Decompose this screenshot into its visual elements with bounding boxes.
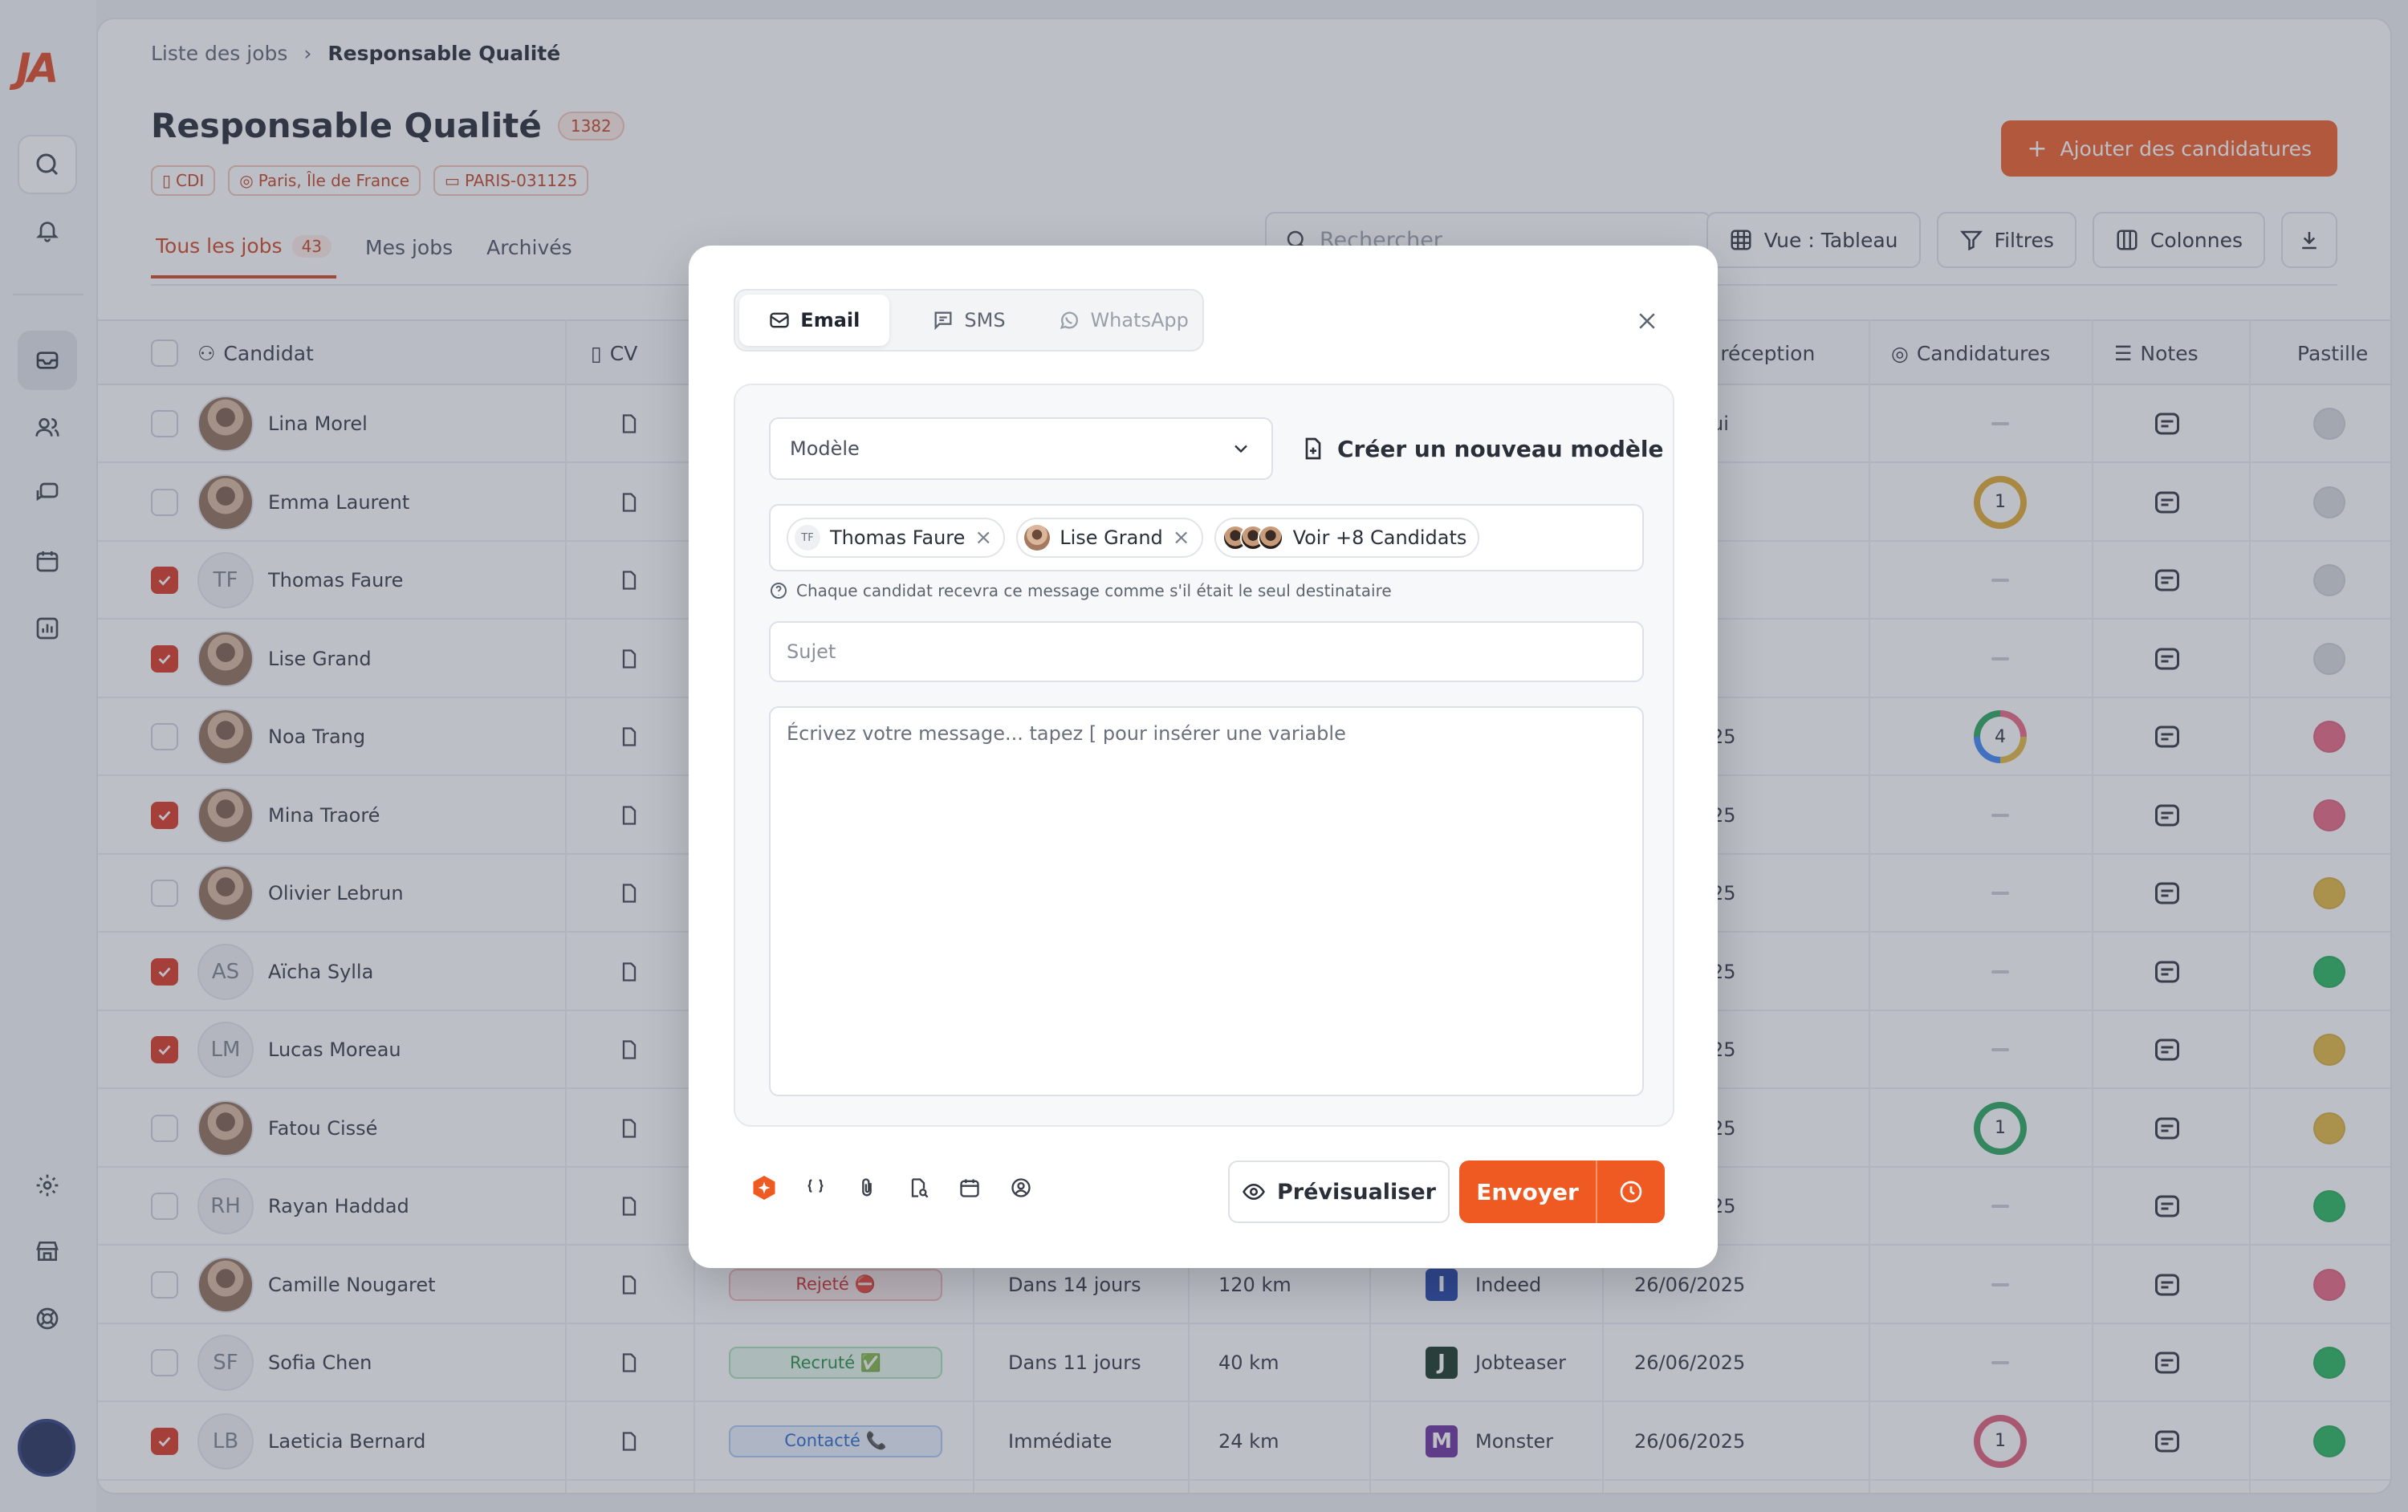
file-search-icon	[911, 1178, 929, 1198]
new-template-button[interactable]: Créer un nouveau modèle	[1300, 417, 1663, 480]
message-icon	[934, 311, 952, 331]
insert-document-button[interactable]	[904, 1173, 933, 1202]
tab-email[interactable]: Email	[739, 295, 889, 346]
compose-toolbar	[750, 1173, 1035, 1202]
channel-tabs: Email SMS WhatsApp	[734, 289, 1204, 352]
user-circle-icon	[1011, 1178, 1031, 1197]
schedule-meeting-button[interactable]	[955, 1173, 984, 1202]
sparkle-icon	[753, 1176, 775, 1200]
calendar-icon	[960, 1179, 979, 1197]
send-button[interactable]: Envoyer	[1459, 1160, 1596, 1223]
recipients-field[interactable]: TF Thomas Faure × Lise Grand × Voir +8 C…	[769, 504, 1644, 571]
mail-icon	[770, 312, 789, 328]
template-select[interactable]: Modèle	[769, 417, 1273, 480]
tab-whatsapp[interactable]: WhatsApp	[1048, 295, 1198, 346]
tab-sms[interactable]: SMS	[894, 295, 1044, 346]
chevron-down-icon	[1235, 445, 1247, 453]
remove-recipient-icon[interactable]: ×	[974, 527, 992, 548]
recipient-chip[interactable]: Lise Grand ×	[1016, 518, 1203, 558]
avatar	[1024, 525, 1051, 551]
eye-icon	[1243, 1183, 1265, 1201]
clock-icon	[1620, 1181, 1642, 1203]
paperclip-icon	[862, 1178, 872, 1197]
preview-button[interactable]: Prévisualiser	[1228, 1160, 1450, 1223]
braces-icon	[807, 1179, 824, 1193]
insert-variable-button[interactable]	[801, 1173, 830, 1202]
ai-assistant-button[interactable]	[750, 1173, 779, 1202]
whatsapp-icon	[1060, 311, 1079, 330]
attach-button[interactable]	[852, 1173, 881, 1202]
file-plus-icon	[1305, 437, 1321, 460]
help-circle-icon	[771, 583, 787, 599]
avatar: TF	[795, 525, 820, 551]
message-body-textarea[interactable]: Écrivez votre message... tapez [ pour in…	[769, 706, 1644, 1096]
close-icon	[1639, 313, 1655, 329]
compose-panel: Modèle Créer un nouveau modèle TF Thomas…	[734, 384, 1674, 1127]
recipients-hint: Chaque candidat recevra ce message comme…	[769, 581, 1392, 600]
remove-recipient-icon[interactable]: ×	[1173, 527, 1190, 548]
recipient-chip[interactable]: TF Thomas Faure ×	[787, 518, 1006, 558]
message-modal: Email SMS WhatsApp Modèle Créer un nouve…	[689, 246, 1718, 1268]
schedule-send-button[interactable]	[1596, 1160, 1665, 1223]
more-recipients-chip[interactable]: Voir +8 Candidats	[1214, 518, 1480, 558]
send-button-group: Envoyer	[1459, 1160, 1665, 1223]
avatar-stack	[1222, 525, 1283, 551]
subject-input[interactable]: Sujet	[769, 621, 1644, 682]
close-button[interactable]	[1631, 305, 1663, 337]
insert-signature-button[interactable]	[1007, 1173, 1035, 1202]
